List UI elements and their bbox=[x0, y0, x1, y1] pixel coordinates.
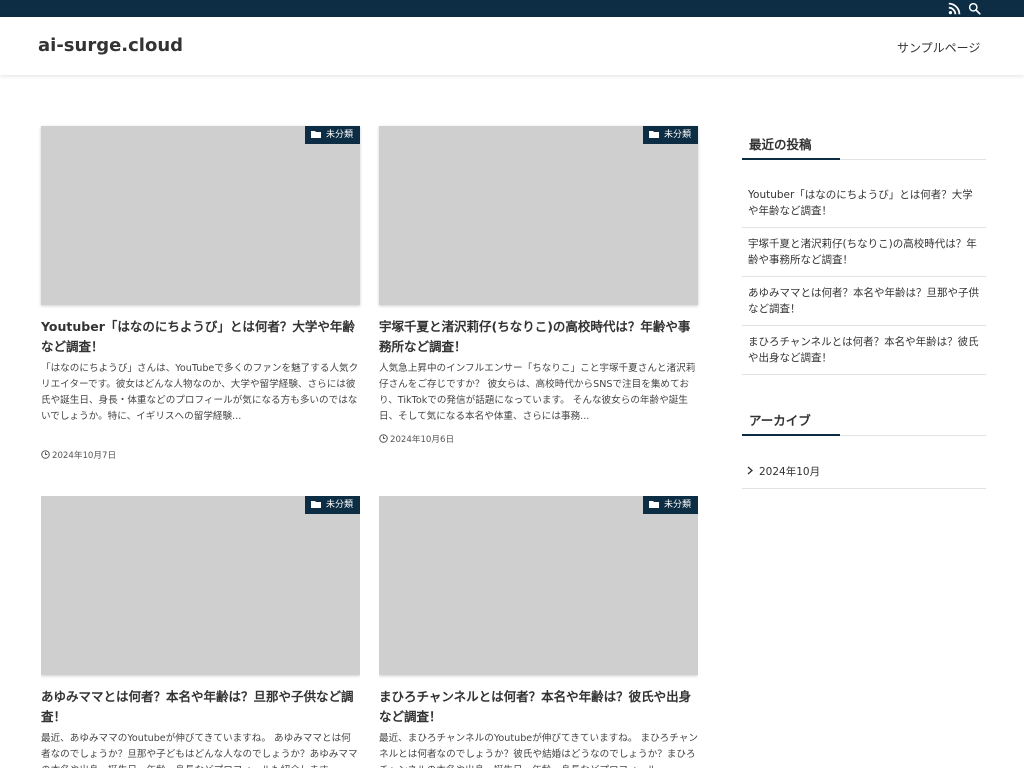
category-badge: 未分類 bbox=[642, 126, 698, 144]
folder-icon bbox=[648, 501, 659, 508]
category-badge: 未分類 bbox=[304, 126, 360, 144]
post-thumbnail[interactable] bbox=[379, 126, 698, 305]
recent-post-link[interactable]: Youtuber「はなのにちようび」とは何者？大学や年齢など調査！ bbox=[742, 178, 986, 228]
widget-title-text: アーカイブ bbox=[749, 413, 811, 428]
post-excerpt: 「はなのにちようび」さんは、YouTubeで多くのファンを魅了する人気クリエイタ… bbox=[41, 363, 359, 422]
category-label: 未分類 bbox=[663, 500, 691, 510]
category-badge: 未分類 bbox=[304, 496, 360, 514]
category-label: 未分類 bbox=[325, 130, 353, 140]
post-card: 未分類 Youtuber「はなのにちようび」とは何者？大学や年齢など調査！ 「は… bbox=[41, 126, 360, 466]
heading-accent bbox=[742, 158, 840, 160]
clock-icon bbox=[379, 434, 388, 443]
archive-link[interactable]: 2024年10月 bbox=[742, 453, 986, 489]
post-date-text: 2024年10月6日 bbox=[390, 435, 455, 445]
clock-icon bbox=[41, 450, 50, 459]
folder-icon bbox=[310, 501, 321, 508]
post-card: 未分類 宇塚千夏と渚沢莉仔(ちなりこ)の高校時代は？年齢や事務所など調査！ 人気… bbox=[379, 126, 698, 456]
post-title[interactable]: あゆみママとは何者？本名や年齢は？旦那や子供など調査！ bbox=[41, 687, 360, 727]
category-label: 未分類 bbox=[663, 130, 691, 140]
post-date: 2024年10月6日 bbox=[379, 433, 454, 445]
post-title[interactable]: まひろチャンネルとは何者？本名や年齢は？彼氏や出身など調査！ bbox=[379, 687, 698, 727]
rss-icon[interactable] bbox=[948, 2, 961, 15]
top-bar bbox=[0, 0, 1024, 17]
post-title[interactable]: Youtuber「はなのにちようび」とは何者？大学や年齢など調査！ bbox=[41, 317, 360, 357]
archive-label: 2024年10月 bbox=[759, 466, 821, 478]
post-date-text: 2024年10月7日 bbox=[52, 451, 117, 461]
post-card: 未分類 まひろチャンネルとは何者？本名や年齢は？彼氏や出身など調査！ 最近、まひ… bbox=[379, 496, 698, 768]
post-card: 未分類 あゆみママとは何者？本名や年齢は？旦那や子供など調査！ 最近、あゆみママ… bbox=[41, 496, 360, 768]
folder-icon bbox=[648, 131, 659, 138]
post-thumbnail[interactable] bbox=[379, 496, 698, 675]
nav-link-sample-page[interactable]: サンプルページ bbox=[897, 39, 980, 56]
recent-post-link[interactable]: まひろチャンネルとは何者？本名や年齢は？彼氏や出身など調査！ bbox=[742, 326, 986, 375]
recent-posts-heading: 最近の投稿 bbox=[742, 126, 986, 160]
post-excerpt: 人気急上昇中のインフルエンサー「ちなりこ」こと宇塚千夏さんと渚沢莉仔さんをご存じ… bbox=[379, 363, 696, 422]
widget-title-text: 最近の投稿 bbox=[749, 137, 812, 152]
heading-accent bbox=[742, 434, 840, 436]
recent-post-link[interactable]: あゆみママとは何者？本名や年齢は？旦那や子供など調査！ bbox=[742, 277, 986, 326]
archive-heading: アーカイブ bbox=[742, 402, 986, 436]
site-header: ai-surge.cloud サンプルページ bbox=[0, 17, 1024, 75]
chevron-right-icon bbox=[747, 466, 753, 475]
category-badge: 未分類 bbox=[642, 496, 698, 514]
site-title-link[interactable]: ai-surge.cloud bbox=[38, 35, 183, 56]
post-date: 2024年10月7日 bbox=[41, 449, 116, 461]
recent-posts-list: Youtuber「はなのにちようび」とは何者？大学や年齢など調査！ 宇塚千夏と渚… bbox=[742, 178, 986, 375]
post-thumbnail[interactable] bbox=[41, 496, 360, 675]
folder-icon bbox=[310, 131, 321, 138]
post-thumbnail[interactable] bbox=[41, 126, 360, 305]
category-label: 未分類 bbox=[325, 500, 353, 510]
recent-post-link[interactable]: 宇塚千夏と渚沢莉仔(ちなりこ)の高校時代は？年齢や事務所など調査！ bbox=[742, 228, 986, 277]
search-icon[interactable] bbox=[968, 2, 981, 15]
post-excerpt: 最近、まひろチャンネルのYoutubeが伸びてきていますね。 まひろチャンネルと… bbox=[379, 733, 698, 768]
post-title[interactable]: 宇塚千夏と渚沢莉仔(ちなりこ)の高校時代は？年齢や事務所など調査！ bbox=[379, 317, 698, 357]
post-excerpt: 最近、あゆみママのYoutubeが伸びてきていますね。 あゆみママとは何者なので… bbox=[41, 733, 358, 768]
